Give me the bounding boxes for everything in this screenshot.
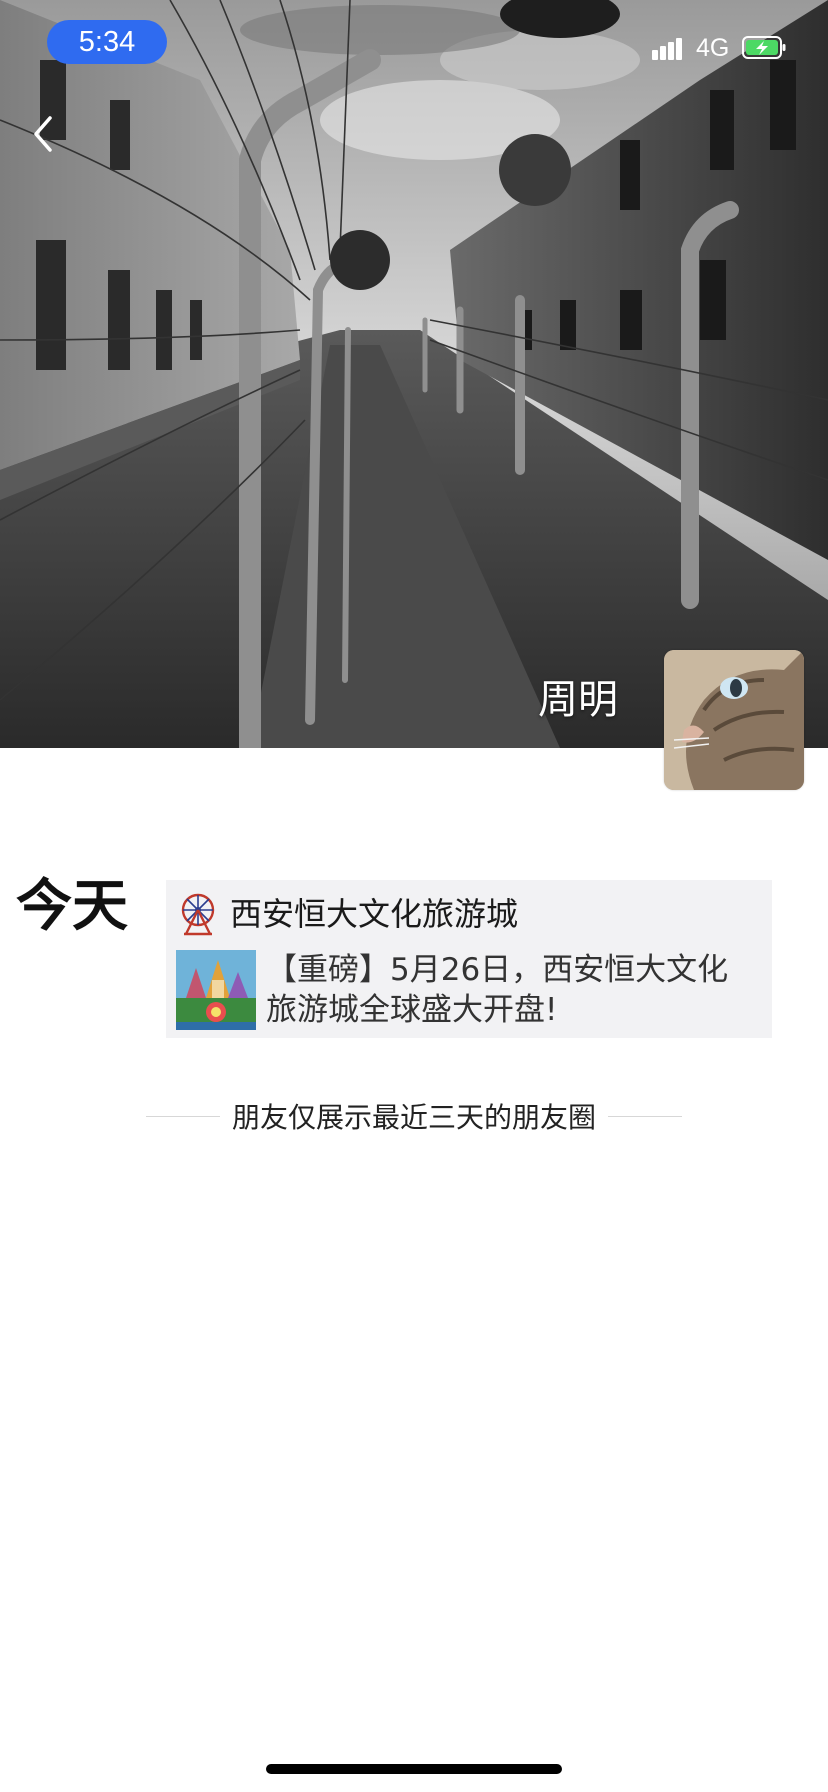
theme-park-thumbnail-image	[176, 950, 256, 1030]
post-thumbnail	[176, 950, 256, 1030]
ferris-wheel-icon	[181, 893, 215, 936]
cover-photo-image	[0, 0, 828, 748]
status-bar-time: 5:34	[47, 20, 167, 64]
profile-name[interactable]: 周明	[538, 676, 618, 724]
day-label: 今天	[16, 874, 128, 939]
moments-screen: 5:34 4G 周明 今天 西安恒大文化旅游城 【重磅】5月26日，西安恒大文化…	[0, 0, 828, 1792]
battery-charging-icon	[742, 36, 786, 59]
network-type: 4G	[696, 34, 730, 62]
cellular-signal-icon	[652, 36, 688, 60]
cat-avatar-image	[664, 650, 804, 790]
post-article-title: 【重磅】5月26日，西安恒大文化旅游城全球盛大开盘!	[266, 952, 729, 1028]
divider-line-left	[146, 1115, 220, 1117]
shared-article-card[interactable]: 西安恒大文化旅游城 【重磅】5月26日，西安恒大文化旅游城全球盛大开盘!	[166, 880, 772, 1038]
avatar[interactable]	[664, 650, 804, 790]
notice-text: 朋友仅展示最近三天的朋友圈	[232, 1101, 597, 1134]
back-chevron-icon[interactable]	[22, 106, 66, 162]
cover-photo[interactable]	[0, 0, 828, 748]
divider-line-right	[608, 1115, 683, 1117]
moments-visibility-notice: 朋友仅展示最近三天的朋友圈	[146, 1094, 683, 1138]
home-indicator[interactable]	[266, 1764, 562, 1774]
post-source-name: 西安恒大文化旅游城	[230, 895, 519, 933]
